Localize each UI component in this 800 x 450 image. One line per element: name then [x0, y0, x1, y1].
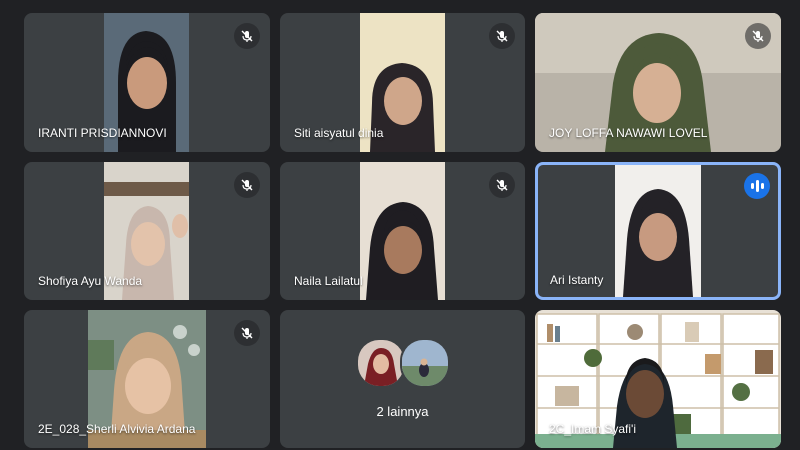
participant-name: JOY LOFFA NAWAWI LOVEL — [549, 126, 708, 140]
mic-off-icon — [489, 23, 515, 49]
mic-off-icon — [234, 320, 260, 346]
others-tile[interactable]: 2 lainnya — [280, 310, 525, 448]
participant-video — [360, 162, 445, 300]
participant-name: 2C_Imam Syafi'i — [549, 422, 636, 436]
participant-tile-active-speaker[interactable]: Ari Istanty — [535, 162, 781, 300]
avatar-group — [356, 338, 452, 388]
mic-off-icon — [234, 23, 260, 49]
others-count-label: 2 lainnya — [376, 404, 429, 419]
participant-tile[interactable]: JOY LOFFA NAWAWI LOVEL — [535, 13, 781, 152]
mic-off-icon — [234, 172, 260, 198]
participant-grid: IRANTI PRISDIANNOVI Siti aisyatul dinia … — [0, 0, 800, 450]
participant-tile[interactable]: Naila Lailatul — [280, 162, 525, 300]
participant-name: IRANTI PRISDIANNOVI — [38, 126, 167, 140]
participant-tile[interactable]: IRANTI PRISDIANNOVI — [24, 13, 270, 152]
mic-off-icon — [745, 23, 771, 49]
participant-name: 2E_028_Sherli Alvivia Ardana — [38, 422, 196, 436]
participant-name: Siti aisyatul dinia — [294, 126, 384, 140]
participant-tile[interactable]: 2C_Imam Syafi'i — [535, 310, 781, 448]
avatar — [356, 338, 406, 388]
avatar — [400, 338, 450, 388]
audio-level-icon — [744, 173, 770, 199]
participant-name: Ari Istanty — [550, 273, 604, 287]
participant-tile[interactable]: 2E_028_Sherli Alvivia Ardana — [24, 310, 270, 448]
participant-video — [615, 165, 701, 297]
participant-name: Naila Lailatul — [294, 274, 363, 288]
participant-tile[interactable]: Siti aisyatul dinia — [280, 13, 525, 152]
participant-tile[interactable]: Shofiya Ayu Wanda — [24, 162, 270, 300]
participant-name: Shofiya Ayu Wanda — [38, 274, 143, 288]
mic-off-icon — [489, 172, 515, 198]
